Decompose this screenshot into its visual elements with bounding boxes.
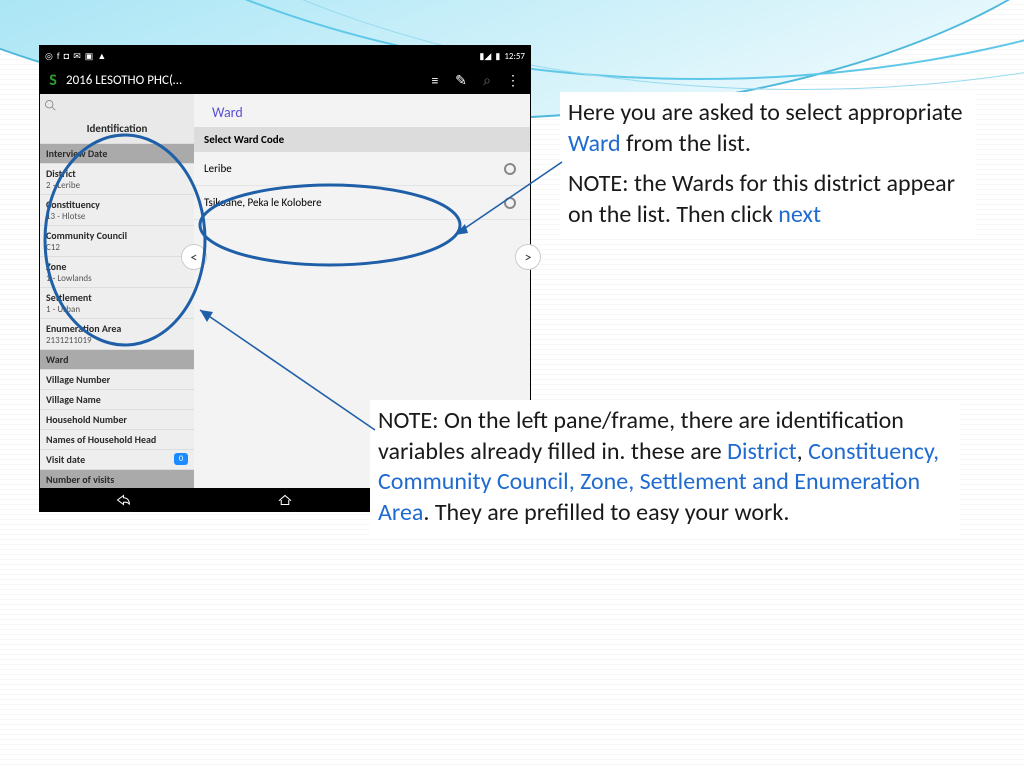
mail-icon: ✉	[73, 51, 81, 62]
visit-badge: 0	[174, 453, 188, 465]
next-term: next	[778, 200, 821, 229]
shield2-icon: ◘	[64, 51, 69, 62]
overflow-icon[interactable]: ⋮	[500, 72, 526, 89]
search-small-icon[interactable]	[44, 99, 56, 111]
row-enumeration-area[interactable]: Enumeration Area2131211019	[40, 318, 194, 349]
prev-button[interactable]: <	[181, 244, 207, 270]
identification-pane: Identification Interview Date District2 …	[40, 94, 194, 488]
instruction-note-1: Here you are asked to select appropriate…	[560, 92, 976, 237]
ward-option-1[interactable]: Tsikoane, Peka le Kolobere	[194, 186, 530, 220]
alert-icon: ▲	[97, 51, 106, 62]
row-interview-date[interactable]: Interview Date	[40, 143, 194, 163]
app-actionbar: S 2016 LESOTHO PHC(… ≡ ✎ ⌕ ⋮	[40, 66, 530, 94]
next-button[interactable]: >	[515, 244, 541, 270]
instruction-note-2: NOTE: On the left pane/frame, there are …	[370, 400, 960, 535]
signal-icon: ▮◢	[479, 51, 491, 62]
ward-option-0[interactable]: Leribe	[194, 152, 530, 186]
back-key-icon[interactable]	[113, 493, 131, 507]
row-number-of-visits[interactable]: Number of visits	[40, 469, 194, 488]
home-key-icon[interactable]	[276, 493, 294, 507]
edit-icon[interactable]: ✎	[448, 72, 474, 89]
row-district[interactable]: District2 - Leribe	[40, 163, 194, 194]
battery-icon: ▮	[495, 51, 500, 62]
radio-icon	[504, 163, 516, 175]
row-household-head[interactable]: Names of Household Head	[40, 429, 194, 449]
shield-icon: ◎	[45, 51, 53, 62]
row-constituency[interactable]: Constituency13 - Hlotse	[40, 194, 194, 225]
select-ward-header: Select Ward Code	[194, 127, 530, 152]
android-statusbar: ◎ f ◘ ✉ ▣ ▲ ▮◢ ▮ 12:57	[40, 46, 530, 66]
app-icon: ▣	[85, 51, 94, 62]
row-zone[interactable]: Zone1 - Lowlands	[40, 256, 194, 287]
row-ward[interactable]: Ward	[40, 349, 194, 369]
app-logo-icon: S	[44, 71, 62, 90]
row-settlement[interactable]: Settlement1 - Urban	[40, 287, 194, 318]
identification-heading: Identification	[40, 116, 194, 143]
ward-title: Ward	[194, 94, 530, 127]
list-icon[interactable]: ≡	[422, 72, 448, 89]
clock-text: 12:57	[504, 51, 525, 62]
row-visit-date[interactable]: 0Visit date	[40, 449, 194, 469]
row-village-number[interactable]: Village Number	[40, 369, 194, 389]
row-village-name[interactable]: Village Name	[40, 389, 194, 409]
ward-option-1-label: Tsikoane, Peka le Kolobere	[204, 196, 322, 209]
search-icon[interactable]: ⌕	[474, 72, 500, 89]
app-title: 2016 LESOTHO PHC(…	[66, 73, 422, 88]
row-household-number[interactable]: Household Number	[40, 409, 194, 429]
facebook-icon: f	[57, 51, 60, 62]
district-term: District	[727, 437, 797, 466]
radio-icon	[504, 197, 516, 209]
ward-option-0-label: Leribe	[204, 162, 232, 175]
ward-term: Ward	[568, 129, 621, 158]
row-community-council[interactable]: Community CouncilC12	[40, 225, 194, 256]
